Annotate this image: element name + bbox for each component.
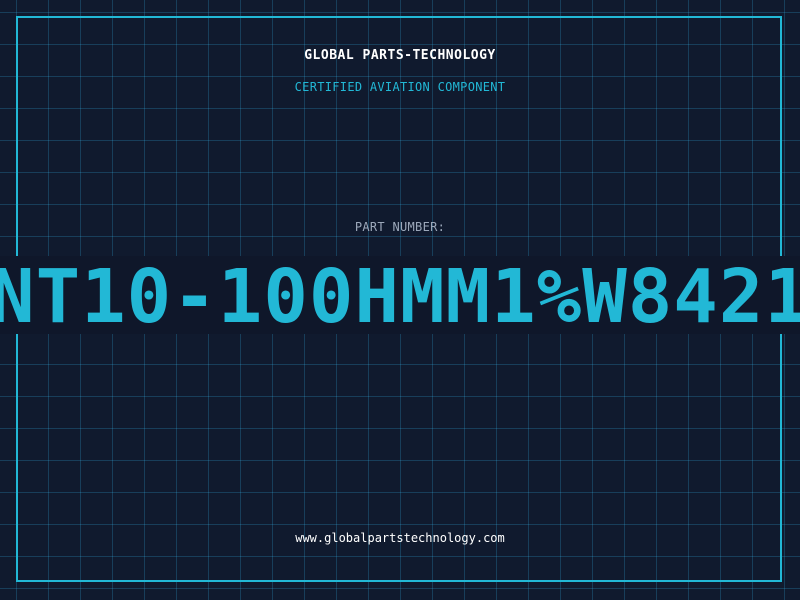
part-number-label: PART NUMBER:	[354, 220, 446, 234]
part-label-card: GLOBAL PARTS-TECHNOLOGY CERTIFIED AVIATI…	[0, 0, 800, 600]
part-number-value: NT10-100HMM1%W8421	[0, 256, 800, 334]
website-url: www.globalpartstechnology.com	[295, 531, 505, 545]
company-name: GLOBAL PARTS-TECHNOLOGY	[304, 48, 496, 63]
certification-tagline: CERTIFIED AVIATION COMPONENT	[294, 80, 506, 94]
part-number-band: NT10-100HMM1%W8421	[0, 256, 800, 334]
